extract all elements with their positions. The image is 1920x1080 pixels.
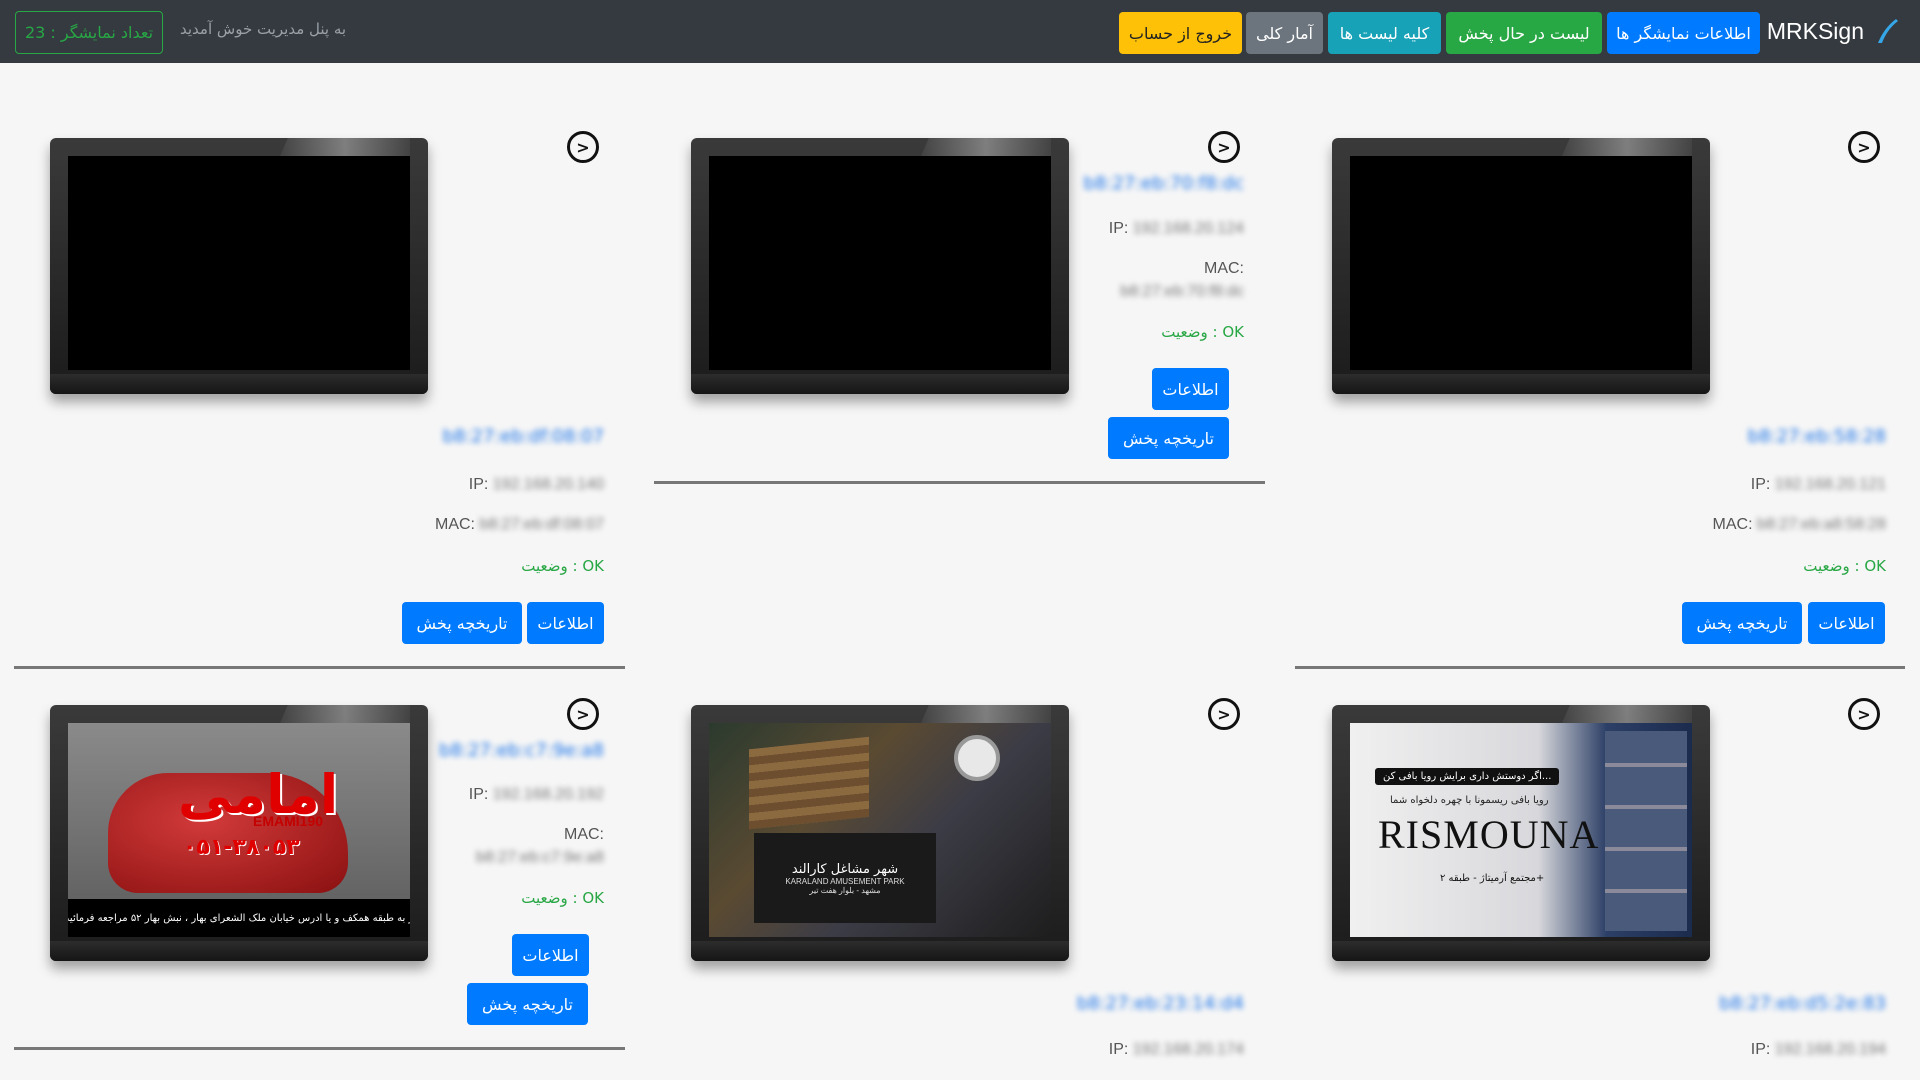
display-screen [68, 156, 410, 370]
thumb-title: شهر مشاغل کارالند [791, 861, 899, 877]
display-tv: اگر دوستش داری برایش رویا بافی کن... روی… [1332, 705, 1710, 961]
history-button[interactable]: تاریخچه پخش [1108, 417, 1229, 459]
status-text: وضعیت : OK [521, 889, 604, 907]
brand-name: MRKSign [1766, 17, 1864, 44]
mac-label: MAC: [1712, 516, 1753, 533]
display-screen [1350, 156, 1692, 370]
ip-value: 192.168.20.140 [492, 476, 604, 493]
ip-label: IP: [1108, 1041, 1129, 1058]
ip-line: IP: 192.168.20.194 [1751, 1041, 1886, 1059]
display-tv [691, 138, 1069, 394]
ip-label: IP: [1750, 476, 1771, 493]
mac-value: b8:27:eb:70:f8:dc [1120, 283, 1244, 300]
mac-label: MAC: [564, 826, 604, 843]
mac-value-line: b8:27:eb:70:f8:dc [1120, 283, 1244, 301]
thumb-phone: ۰۵۱-۳۸۰۵۳ [183, 835, 300, 860]
chevron-right-icon[interactable]: > [1848, 131, 1880, 163]
thumb-board: شهر مشاغل کارالند KARALAND AMUSEMENT PAR… [754, 833, 936, 923]
top-navbar: MRKSign اطلاعات نمایشگر ها لیست در حال پ… [0, 0, 1920, 63]
history-button[interactable]: تاریخچه پخش [467, 983, 588, 1025]
info-button[interactable]: اطلاعات [1808, 602, 1885, 644]
display-screen: اگر دوستش داری برایش رویا بافی کن... روی… [1350, 723, 1692, 937]
nav-stats-button[interactable]: آمار کلی [1246, 12, 1323, 54]
ip-line: IP: 192.168.20.140 [469, 476, 604, 494]
nav-displays-info-button[interactable]: اطلاعات نمایشگر ها [1607, 12, 1760, 54]
card-divider [1295, 666, 1905, 669]
mac-value: b8:27:eb:a8:58:28 [1756, 516, 1886, 533]
nav-now-playing-button[interactable]: لیست در حال پخش [1446, 12, 1602, 54]
mac-value-line: b8:27:eb:c7:9e:a8 [476, 849, 604, 867]
display-screen: امامی EMAMI190 ۰۵۱-۳۸۰۵۳ ر به طبقه همکف … [68, 723, 410, 937]
info-button[interactable]: اطلاعات [1152, 368, 1229, 410]
mac-value: b8:27:eb:df:08:07 [479, 516, 604, 533]
chevron-right-icon[interactable]: > [567, 131, 599, 163]
info-button[interactable]: اطلاعات [512, 934, 589, 976]
display-tv: امامی EMAMI190 ۰۵۱-۳۸۰۵۳ ر به طبقه همکف … [50, 705, 428, 961]
ip-line: IP: 192.168.20.121 [1751, 476, 1886, 494]
display-title[interactable]: b8:27:eb:c7:9e:a8 [439, 740, 604, 761]
welcome-text: به پنل مدیریت خوش آمدید [180, 20, 347, 38]
status-text: وضعیت : OK [1161, 323, 1244, 341]
nav-logout-button[interactable]: خروج از حساب [1119, 12, 1242, 54]
chevron-right-icon[interactable]: > [567, 698, 599, 730]
display-title[interactable]: b8:27:eb:d5:2e:83 [1719, 993, 1886, 1014]
display-title[interactable]: b8:27:eb:df:08:07 [442, 426, 604, 447]
status-text: وضعیت : OK [521, 557, 604, 575]
chevron-right-icon[interactable]: > [1208, 698, 1240, 730]
chevron-right-icon[interactable]: > [1208, 131, 1240, 163]
history-button[interactable]: تاریخچه پخش [1682, 602, 1802, 644]
mac-line: MAC: b8:27:eb:df:08:07 [435, 516, 604, 534]
ip-label: IP: [1108, 220, 1129, 237]
display-tv [50, 138, 428, 394]
emami-car-thumbnail: امامی EMAMI190 ۰۵۱-۳۸۰۵۳ ر به طبقه همکف … [68, 723, 410, 937]
thumb-faces-collage [1605, 731, 1687, 931]
thumb-banner: ر به طبقه همکف و یا ادرس خیابان ملک الشع… [68, 899, 410, 937]
mac-label: MAC: [1204, 260, 1244, 277]
status-text: وضعیت : OK [1803, 557, 1886, 575]
mac-label-line: MAC: [564, 826, 604, 844]
ip-value: 192.168.20.192 [492, 786, 604, 803]
thumb-address: مشهد - بلوار هفت تیر [809, 885, 881, 895]
info-button[interactable]: اطلاعات [527, 602, 604, 644]
display-tv [1332, 138, 1710, 394]
card-divider [654, 481, 1265, 484]
thumb-subtitle: رویا بافی ریسمونا با چهره دلخواه شما [1390, 795, 1549, 806]
brand-logo-icon [1878, 19, 1898, 43]
card-divider [14, 666, 625, 669]
ip-label: IP: [1750, 1041, 1771, 1058]
mac-label-line: MAC: [1204, 260, 1244, 278]
thumb-quote: اگر دوستش داری برایش رویا بافی کن... [1375, 768, 1560, 785]
mac-value: b8:27:eb:c7:9e:a8 [475, 849, 604, 866]
ip-value: 192.168.20.124 [1132, 220, 1244, 237]
brand[interactable]: MRKSign [1767, 12, 1900, 50]
display-count-badge: تعداد نمایشگر : 23 [15, 11, 163, 54]
ip-label: IP: [468, 476, 489, 493]
thumb-address: مجتمع آرمیتاژ - طبقه ۲+ [1440, 873, 1545, 884]
nav-all-playlists-button[interactable]: کلیه لیست ها [1328, 12, 1441, 54]
display-title[interactable]: b8:27:eb:70:f8:dc [1083, 173, 1244, 194]
clock-icon [954, 735, 1000, 781]
display-tv: شهر مشاغل کارالند KARALAND AMUSEMENT PAR… [691, 705, 1069, 961]
thumb-subtitle: KARALAND AMUSEMENT PARK [785, 876, 905, 886]
mac-line: MAC: b8:27:eb:a8:58:28 [1713, 516, 1886, 534]
display-title[interactable]: b8:27:eb:58:28 [1748, 426, 1886, 447]
ip-line: IP: 192.168.20.124 [1109, 220, 1244, 238]
history-button[interactable]: تاریخچه پخش [402, 602, 522, 644]
ip-value: 192.168.20.121 [1774, 476, 1886, 493]
thumb-brand: EMAMI190 [253, 813, 324, 829]
ip-line: IP: 192.168.20.192 [469, 786, 604, 804]
mac-label: MAC: [434, 516, 475, 533]
card-divider [14, 1047, 625, 1050]
karaland-thumbnail: شهر مشاغل کارالند KARALAND AMUSEMENT PAR… [709, 723, 1051, 937]
ip-value: 192.168.20.174 [1132, 1041, 1244, 1058]
ip-line: IP: 192.168.20.174 [1109, 1041, 1244, 1059]
chevron-right-icon[interactable]: > [1848, 698, 1880, 730]
ip-value: 192.168.20.194 [1774, 1041, 1886, 1058]
display-screen: شهر مشاغل کارالند KARALAND AMUSEMENT PAR… [709, 723, 1051, 937]
display-screen [709, 156, 1051, 370]
thumb-brand-name: RISMOUNA [1378, 812, 1600, 857]
ip-label: IP: [468, 786, 489, 803]
rismouna-thumbnail: اگر دوستش داری برایش رویا بافی کن... روی… [1350, 723, 1692, 937]
display-title[interactable]: b8:27:eb:23:14:d4 [1077, 993, 1244, 1014]
